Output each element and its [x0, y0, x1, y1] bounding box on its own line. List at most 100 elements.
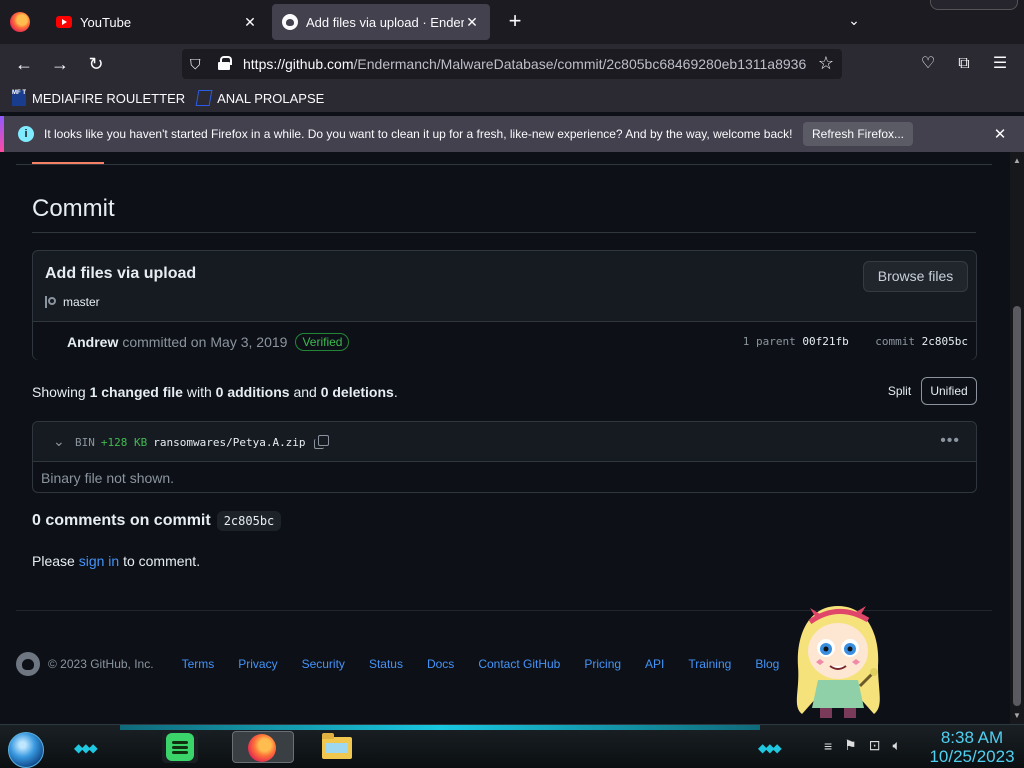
bookmark-anal-prolapse[interactable]: ANAL PROLAPSE: [195, 90, 325, 106]
footer-links: Terms Privacy Security Status Docs Conta…: [182, 657, 804, 671]
footer-link-status[interactable]: Status: [369, 657, 403, 671]
github-logo-icon[interactable]: [16, 652, 40, 676]
comments-commit-sha: 2c805bc: [216, 511, 282, 531]
firefox-icon[interactable]: [10, 12, 30, 32]
bookmark-star-icon[interactable]: ☆: [818, 53, 834, 74]
show-hidden-icons-icon[interactable]: ≡: [824, 738, 832, 754]
divider: [32, 232, 976, 233]
sign-in-prompt: Please sign in to comment.: [32, 553, 200, 569]
tab-youtube[interactable]: YouTube ✕: [46, 4, 268, 40]
file-header: ⌄ BIN +128 KB ransomwares/Petya.A.zip ••…: [33, 422, 976, 462]
diff-view-toggle: Split Unified: [878, 377, 977, 405]
url-text[interactable]: https://github.com/Endermanch/MalwareDat…: [243, 56, 811, 72]
window-caption-controls[interactable]: [930, 0, 1018, 10]
firefox-refresh-notification: i It looks like you haven't started Fire…: [0, 116, 1024, 152]
deletions-count: 0 deletions: [320, 384, 394, 400]
firefox-taskbar-button[interactable]: [232, 731, 294, 763]
reload-icon[interactable]: ↻: [84, 52, 108, 76]
clock[interactable]: 8:38 AM 10/25/2023: [926, 728, 1018, 766]
parent-sha-link[interactable]: 00f21fb: [802, 335, 848, 348]
footer-link-training[interactable]: Training: [688, 657, 731, 671]
scroll-up-arrow-icon[interactable]: ▲: [1013, 156, 1021, 165]
tab-strip: YouTube ✕ Add files via upload · Enderma…: [0, 0, 1024, 44]
cartoon-character-sticker: [796, 606, 880, 718]
scrollbar-thumb[interactable]: [1013, 306, 1021, 706]
volume-icon[interactable]: 🔈︎: [892, 737, 900, 754]
clock-time: 8:38 AM: [940, 728, 1004, 747]
tab-github-commit[interactable]: Add files via upload · Endermanch/Malwar…: [272, 4, 490, 40]
footer: © 2023 GitHub, Inc. Terms Privacy Securi…: [16, 652, 816, 676]
bookmark-mediafire-rouletter[interactable]: MF T MEDIAFIRE ROULETTER: [12, 90, 185, 106]
spotify-taskbar-button[interactable]: [162, 731, 198, 763]
pocket-icon[interactable]: ♡: [918, 54, 938, 74]
menu-hamburger-icon[interactable]: ☰: [990, 54, 1010, 74]
file-path-link[interactable]: ransomwares/Petya.A.zip: [153, 436, 305, 449]
list-tabs-chevron-icon[interactable]: ⌄: [845, 12, 863, 30]
footer-link-security[interactable]: Security: [302, 657, 345, 671]
page-scrollbar[interactable]: ▲ ▼: [1010, 152, 1024, 724]
parent-label: 1 parent: [742, 335, 796, 348]
copy-icon[interactable]: [313, 435, 329, 449]
more-options-icon[interactable]: •••: [940, 432, 960, 450]
tab-title: YouTube: [80, 14, 132, 30]
page-title: Commit: [32, 195, 115, 222]
author-link[interactable]: Andrew: [67, 334, 118, 350]
divider: [16, 164, 992, 165]
commit-sha: 2c805bc: [921, 335, 968, 348]
close-notification-icon[interactable]: ✕: [991, 125, 1009, 143]
forward-arrow-icon[interactable]: →: [48, 52, 72, 76]
tab-title: Add files via upload · Endermanch/Malwar…: [306, 14, 464, 30]
extensions-icon[interactable]: ⧉: [954, 54, 974, 74]
back-arrow-icon[interactable]: ←: [12, 52, 36, 76]
bookmarks-toolbar: MF T MEDIAFIRE ROULETTER ANAL PROLAPSE: [0, 84, 1024, 112]
branch-name[interactable]: master: [63, 295, 100, 309]
footer-link-docs[interactable]: Docs: [427, 657, 454, 671]
bookmark-label: ANAL PROLAPSE: [217, 90, 325, 106]
taskbar-accent: [120, 725, 760, 730]
sign-in-link[interactable]: sign in: [79, 553, 119, 569]
taskbar: ◆◆◆ ◆◆◆ ≡ ⚑ ⊡ 🔈︎ 8:38 AM 10/25/2023: [0, 724, 1024, 768]
info-icon: i: [18, 126, 34, 142]
branch-label[interactable]: master: [43, 295, 100, 309]
additions-count: 0 additions: [215, 384, 290, 400]
tracking-protection-shield-icon[interactable]: ⛉: [190, 56, 206, 72]
split-view-button[interactable]: Split: [878, 377, 921, 405]
start-button[interactable]: [8, 732, 44, 768]
refresh-firefox-button[interactable]: Refresh Firefox...: [803, 122, 913, 146]
browse-files-button[interactable]: Browse files: [863, 261, 968, 292]
comments-title: 0 comments on commit: [32, 512, 211, 529]
active-tab-underline: [32, 162, 104, 164]
firefox-icon: [248, 734, 276, 762]
bookmark-icon: [195, 90, 213, 106]
summary-text: .: [393, 384, 398, 400]
commit-title: Add files via upload: [45, 265, 197, 282]
network-icon[interactable]: ⊡: [869, 737, 881, 754]
summary-text: Showing: [32, 384, 86, 400]
footer-link-api[interactable]: API: [645, 657, 664, 671]
action-center-flag-icon[interactable]: ⚑: [844, 737, 857, 754]
changed-files-count[interactable]: 1 changed file: [90, 384, 183, 400]
close-tab-icon[interactable]: ✕: [242, 14, 258, 31]
footer-link-terms[interactable]: Terms: [182, 657, 215, 671]
navigation-toolbar: ← → ↻ ⛉ https://github.com/Endermanch/Ma…: [0, 44, 1024, 84]
notification-text: It looks like you haven't started Firefo…: [44, 127, 793, 141]
spotify-icon: [166, 733, 194, 761]
footer-link-privacy[interactable]: Privacy: [238, 657, 277, 671]
file-size-delta: +128 KB: [100, 435, 148, 449]
file-info: BIN +128 KB ransomwares/Petya.A.zip: [75, 435, 329, 449]
commit-sha-info: 1 parent 00f21fb commit 2c805bc: [743, 335, 968, 348]
new-tab-button[interactable]: +: [504, 10, 526, 32]
scroll-down-arrow-icon[interactable]: ▼: [1013, 711, 1021, 720]
file-explorer-taskbar-button[interactable]: [318, 731, 354, 763]
footer-link-pricing[interactable]: Pricing: [584, 657, 621, 671]
youtube-icon: [56, 16, 72, 28]
lock-icon[interactable]: [218, 56, 232, 70]
close-tab-icon[interactable]: ✕: [464, 14, 480, 31]
clock-date: 10/25/2023: [929, 747, 1015, 766]
address-bar[interactable]: ⛉ https://github.com/Endermanch/MalwareD…: [182, 49, 842, 79]
unified-view-button[interactable]: Unified: [921, 377, 977, 405]
chevron-down-icon[interactable]: ⌄: [53, 433, 65, 450]
footer-link-contact[interactable]: Contact GitHub: [478, 657, 560, 671]
verified-badge[interactable]: Verified: [295, 333, 350, 351]
footer-link-blog[interactable]: Blog: [755, 657, 779, 671]
